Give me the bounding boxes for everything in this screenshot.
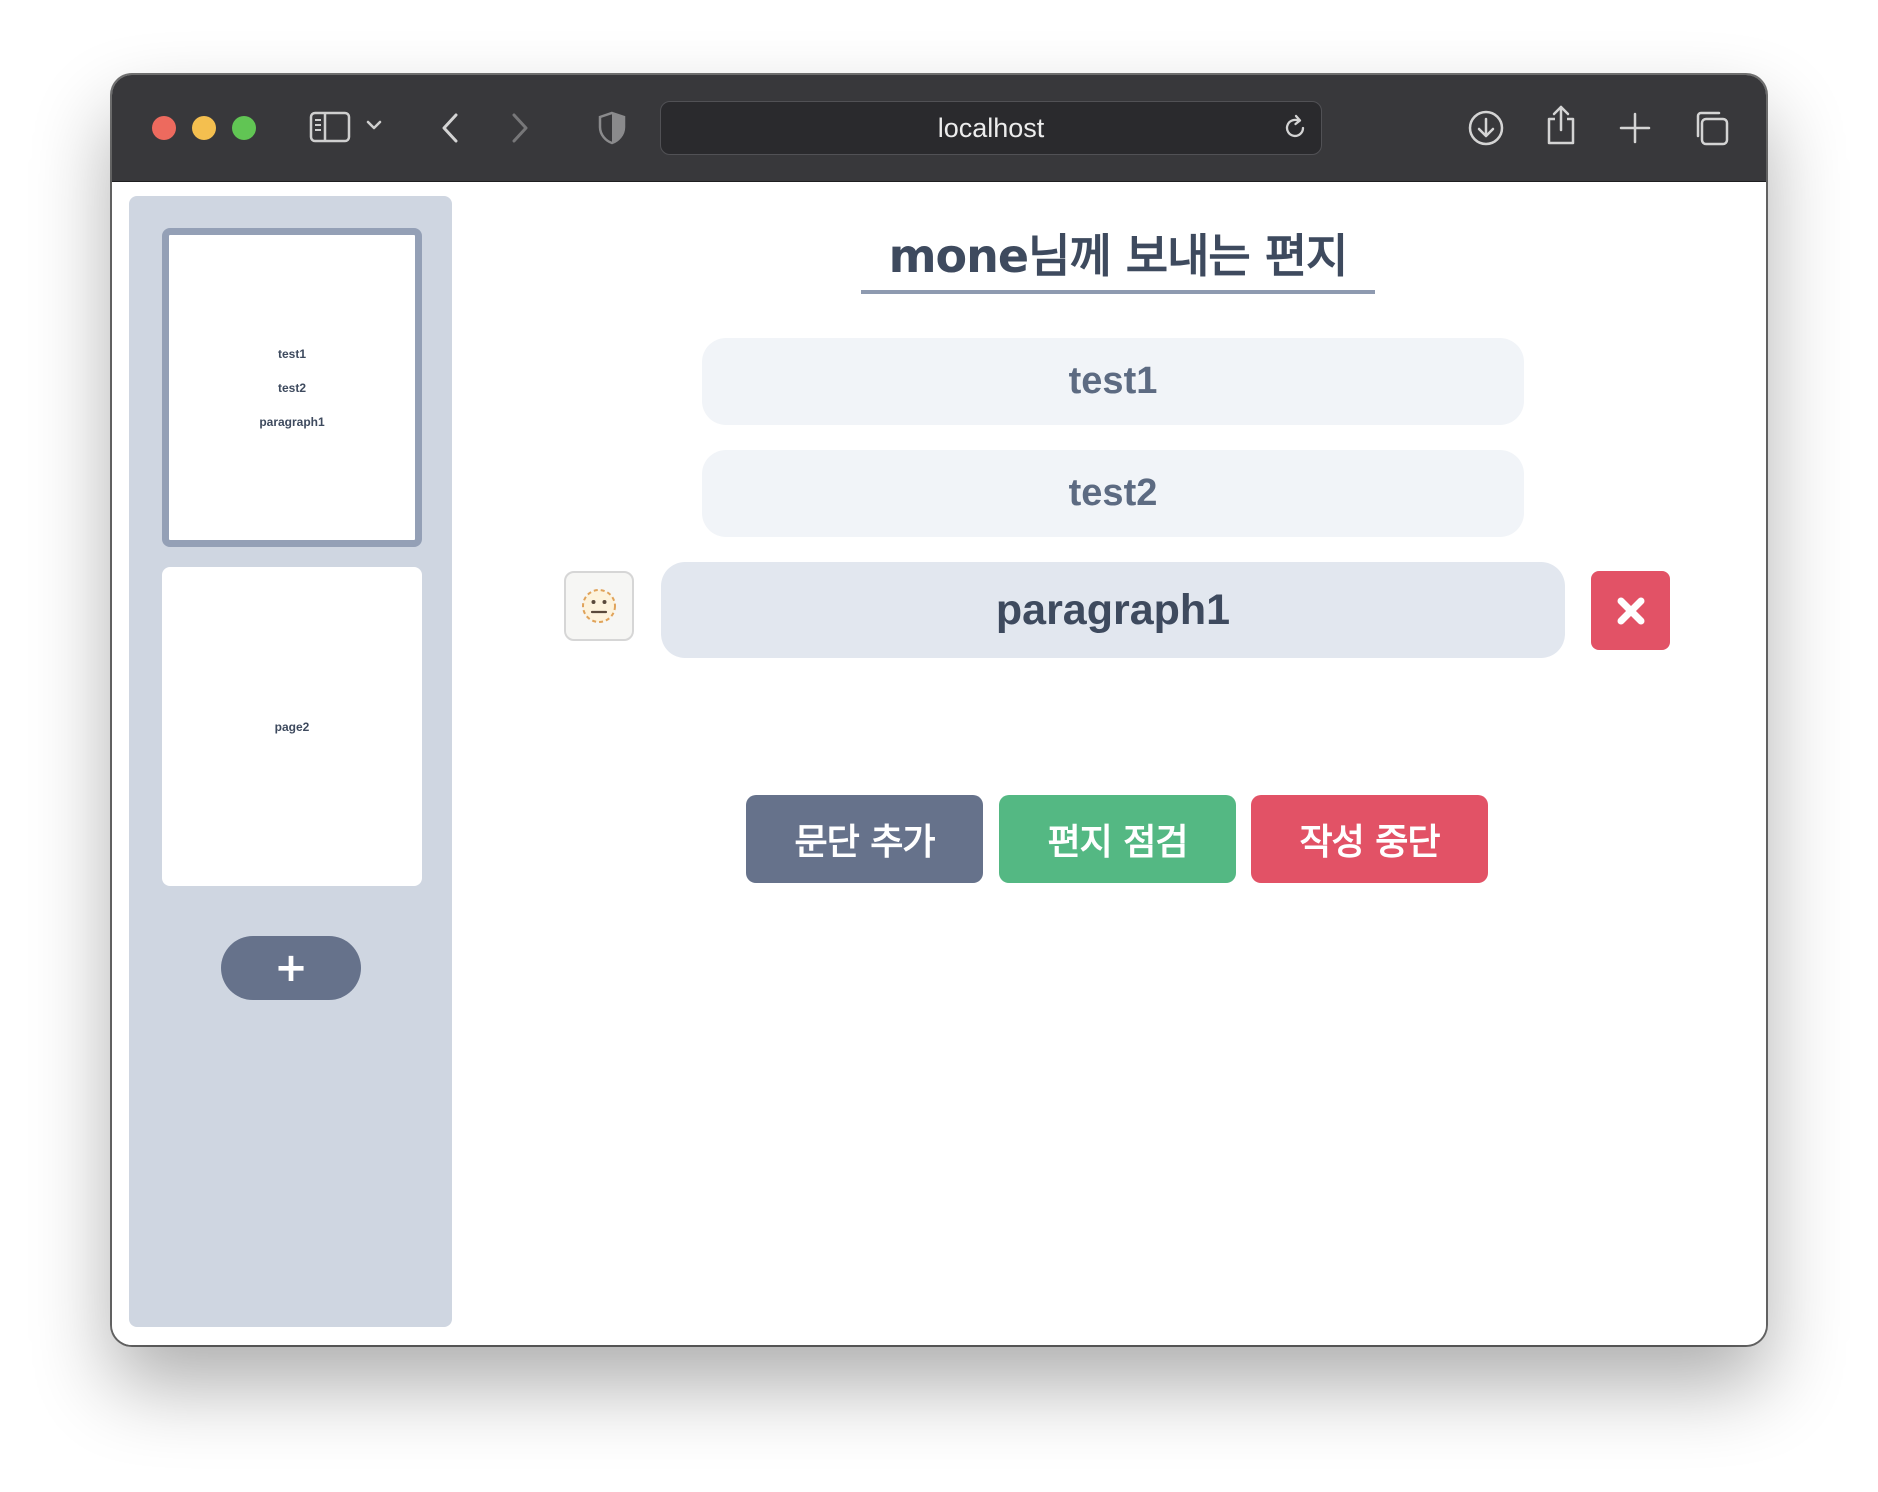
thumb-line: test1 bbox=[277, 346, 306, 361]
paragraph-item[interactable]: test2 bbox=[702, 450, 1524, 537]
page-thumbnail-2[interactable]: page2 bbox=[162, 567, 422, 886]
paragraph-item-editing[interactable]: paragraph1 bbox=[661, 562, 1565, 658]
share-icon[interactable] bbox=[1544, 103, 1578, 147]
paragraph-item[interactable]: test1 bbox=[702, 338, 1524, 425]
url-text: localhost bbox=[937, 112, 1045, 143]
new-tab-plus-icon[interactable] bbox=[1618, 111, 1652, 145]
close-x-icon bbox=[1617, 597, 1644, 624]
download-icon[interactable] bbox=[1467, 109, 1505, 147]
tab-overview-icon[interactable] bbox=[1692, 109, 1730, 147]
minimize-window-button[interactable] bbox=[192, 116, 216, 140]
plus-icon: + bbox=[274, 945, 308, 991]
delete-paragraph-button[interactable] bbox=[1591, 571, 1670, 650]
page-list-sidebar: test1 test2 paragraph1 page2 + bbox=[129, 196, 452, 1327]
privacy-shield-icon[interactable] bbox=[597, 111, 627, 145]
thumb-line: test2 bbox=[277, 380, 306, 395]
neutral-face-icon bbox=[582, 589, 616, 623]
letter-title: mone님께 보내는 편지 bbox=[861, 220, 1375, 294]
thumb-line: page2 bbox=[274, 719, 310, 734]
check-letter-button[interactable]: 편지 점검 bbox=[999, 795, 1236, 883]
forward-arrow-icon[interactable] bbox=[508, 111, 532, 145]
back-arrow-icon[interactable] bbox=[438, 111, 462, 145]
page-thumbnail-1[interactable]: test1 test2 paragraph1 bbox=[162, 228, 422, 547]
address-bar[interactable]: localhost bbox=[660, 101, 1322, 155]
sidebar-toggle-icon[interactable] bbox=[309, 111, 351, 143]
screenshot-stage: localhost test1 test2 paragraph1 page2 +… bbox=[0, 0, 1878, 1492]
browser-toolbar: localhost bbox=[112, 75, 1766, 182]
add-paragraph-button[interactable]: 문단 추가 bbox=[746, 795, 983, 883]
emotion-picker-button[interactable] bbox=[564, 571, 634, 641]
browser-window: localhost test1 test2 paragraph1 page2 +… bbox=[112, 75, 1766, 1345]
stop-writing-button[interactable]: 작성 중단 bbox=[1251, 795, 1488, 883]
chevron-down-icon[interactable] bbox=[364, 115, 384, 135]
page-content: test1 test2 paragraph1 page2 + mone님께 보내… bbox=[112, 182, 1766, 1345]
reload-icon[interactable] bbox=[1281, 114, 1309, 146]
zoom-window-button[interactable] bbox=[232, 116, 256, 140]
close-window-button[interactable] bbox=[152, 116, 176, 140]
thumb-line: paragraph1 bbox=[259, 414, 325, 429]
add-page-button[interactable]: + bbox=[221, 936, 361, 1000]
